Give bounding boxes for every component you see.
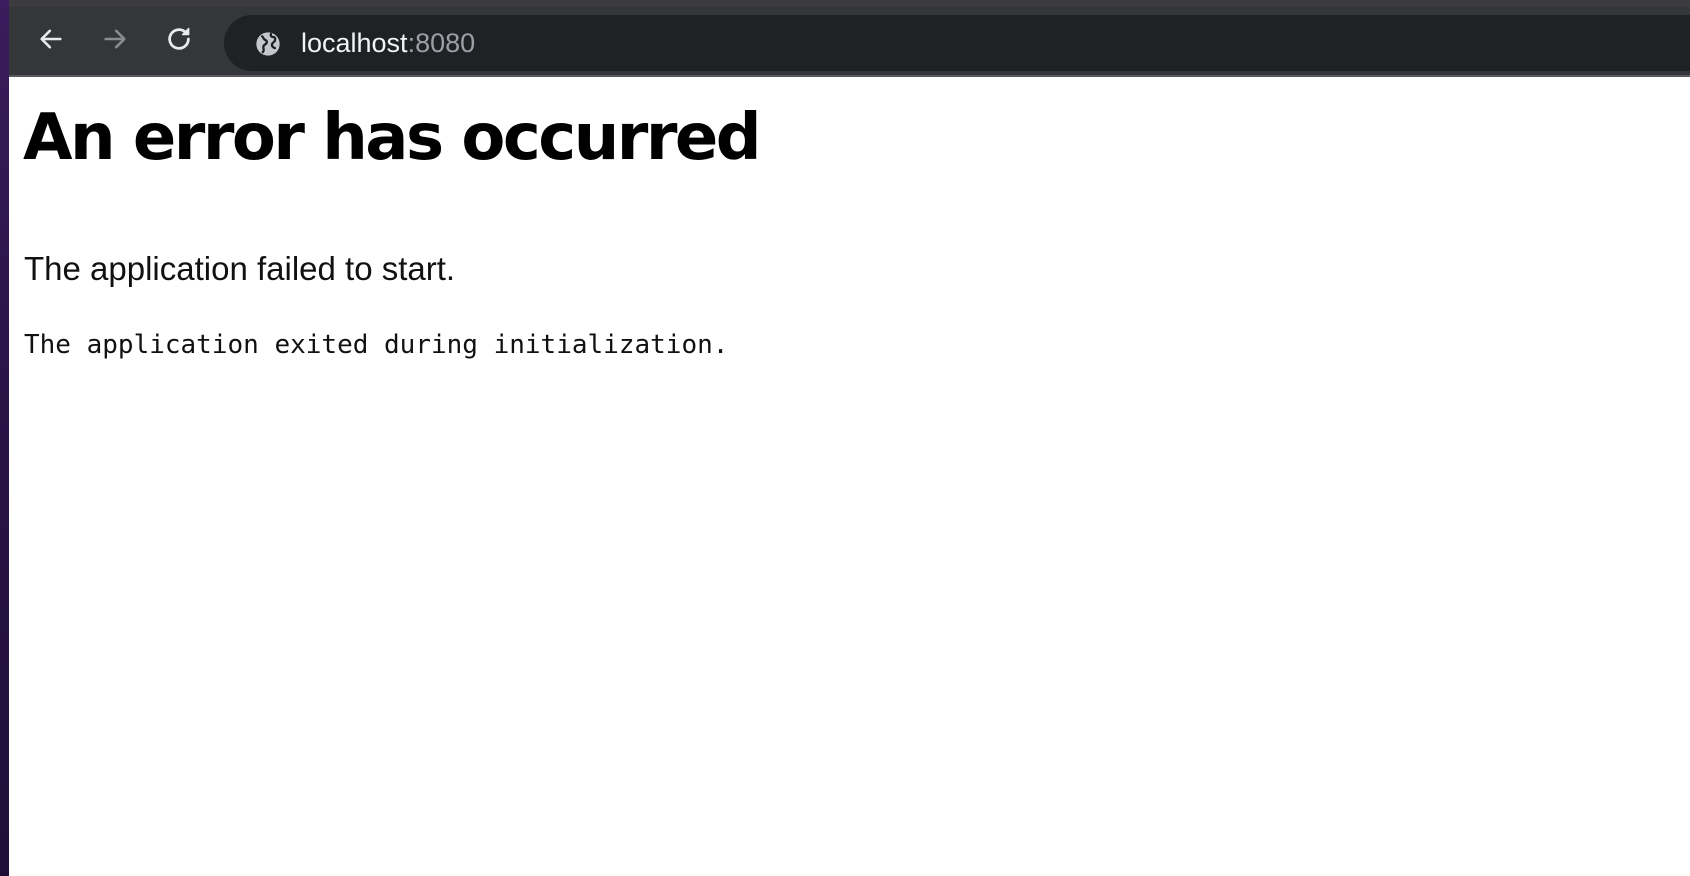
reload-button[interactable] xyxy=(159,19,199,59)
back-button[interactable] xyxy=(31,19,71,59)
url-host: localhost xyxy=(301,28,408,58)
forward-button[interactable] xyxy=(95,19,135,59)
screen: localhost:8080 An error has occurred The… xyxy=(0,0,1690,876)
globe-icon[interactable] xyxy=(254,30,282,58)
forward-arrow-icon xyxy=(104,29,126,49)
back-arrow-icon xyxy=(40,29,62,49)
page-content: An error has occurred The application fa… xyxy=(9,79,1690,876)
page-title: An error has occurred xyxy=(23,101,762,175)
error-subtitle: The application failed to start. xyxy=(24,250,456,287)
url-port: :8080 xyxy=(407,28,476,58)
browser-toolbar: localhost:8080 xyxy=(9,7,1690,77)
reload-icon xyxy=(168,27,190,50)
browser-tab-strip xyxy=(9,0,1690,7)
error-detail: The application exited during initializa… xyxy=(24,330,729,360)
desktop-background-edge xyxy=(0,0,9,876)
address-bar[interactable]: localhost:8080 xyxy=(224,15,1690,71)
url-text[interactable]: localhost:8080 xyxy=(301,15,475,71)
